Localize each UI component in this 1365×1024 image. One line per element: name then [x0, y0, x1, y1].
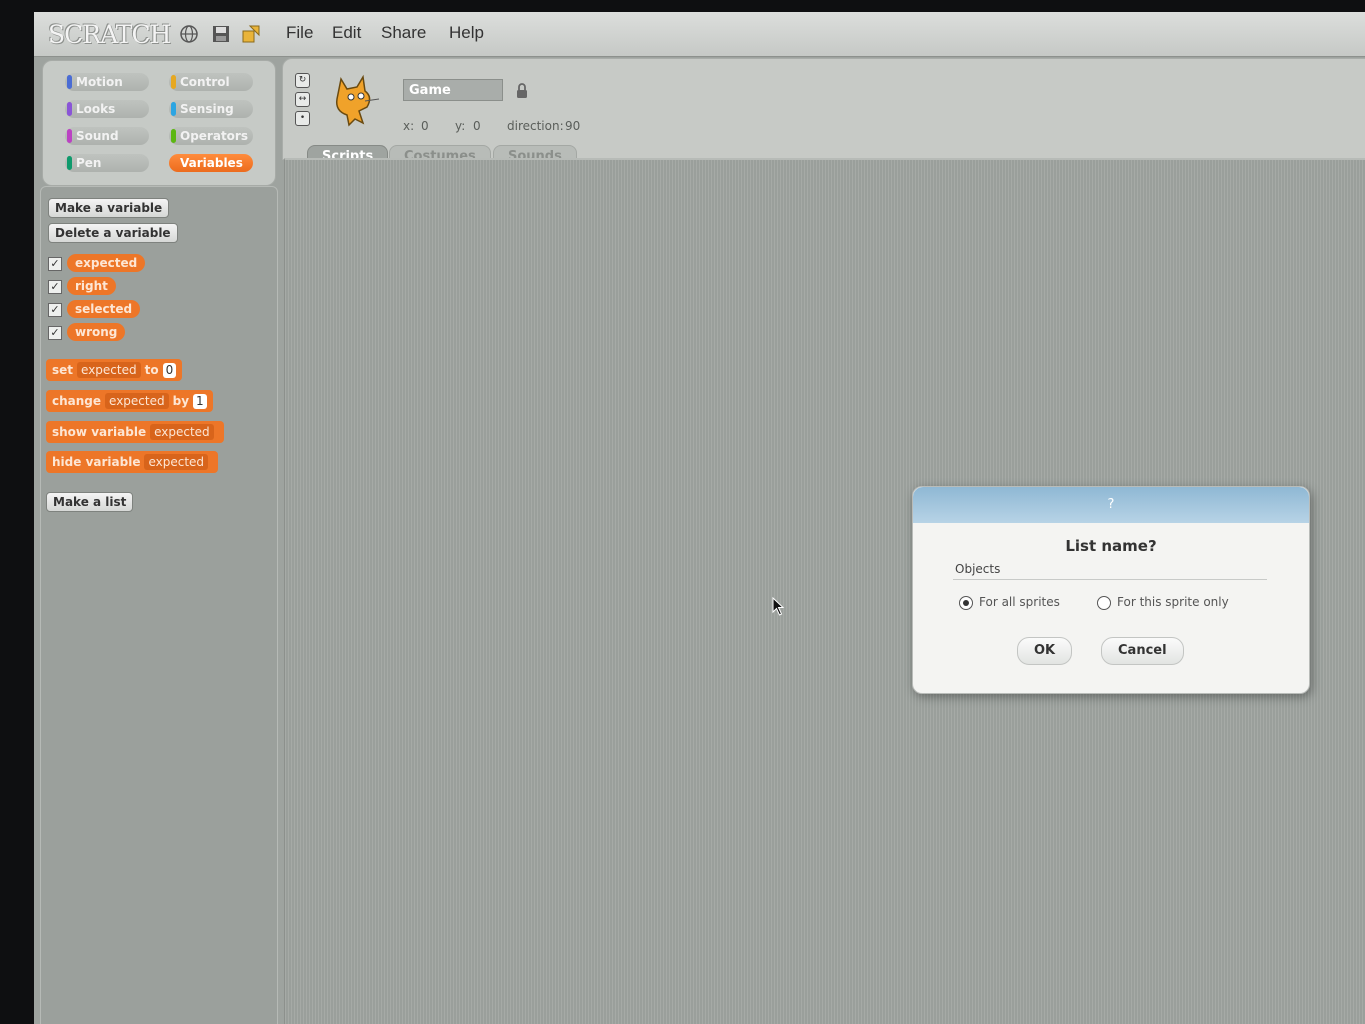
x-value: 0	[421, 119, 429, 133]
variable-reporter-right[interactable]: right	[67, 277, 116, 295]
category-label: Motion	[76, 75, 123, 89]
share-icon[interactable]	[241, 24, 261, 44]
menu-share[interactable]: Share	[381, 23, 426, 43]
category-label: Control	[180, 75, 230, 89]
variable-reporter-selected[interactable]: selected	[67, 300, 141, 318]
category-label: Operators	[180, 129, 248, 143]
category-operators[interactable]: Operators	[169, 127, 253, 145]
radio-button[interactable]	[1097, 595, 1111, 610]
cancel-button[interactable]: Cancel	[1101, 637, 1184, 665]
make-list-button[interactable]: Make a list	[46, 492, 134, 512]
radio-label: For this sprite only	[1117, 595, 1229, 609]
radio-for-this-sprite-only[interactable]: For this sprite only	[1097, 595, 1229, 610]
block-text: show variable	[52, 425, 147, 439]
category-label: Looks	[76, 102, 116, 116]
variable-dropdown[interactable]: expected	[77, 362, 141, 378]
y-value: 0	[473, 119, 481, 133]
category-looks[interactable]: Looks	[65, 100, 149, 118]
category-label: Sound	[76, 129, 119, 143]
radio-button-selected[interactable]	[959, 595, 973, 610]
globe-icon[interactable]	[179, 24, 199, 44]
variable-checkbox-selected[interactable]: ✓	[48, 303, 62, 317]
menu-edit[interactable]: Edit	[332, 23, 361, 43]
change-variable-block[interactable]: change expected by 1	[46, 390, 213, 412]
dialog-question: List name?	[1065, 537, 1157, 555]
block-text: set	[52, 363, 74, 377]
no-rotate-icon[interactable]: •	[295, 111, 310, 126]
category-control[interactable]: Control	[169, 73, 253, 91]
category-panel: Motion Control Looks Sensing Sound Opera…	[42, 60, 276, 186]
category-label: Variables	[180, 156, 243, 170]
rotate-icon[interactable]: ↻	[295, 73, 310, 88]
sprite-info-panel: ↻ ↔ • Game x: 0 y: 0 direction: 90 Scrip…	[282, 58, 1365, 169]
mouse-cursor-icon	[772, 597, 785, 616]
category-pen[interactable]: Pen	[65, 154, 149, 172]
sprite-name-field[interactable]: Game	[403, 79, 503, 101]
list-name-input[interactable]	[953, 559, 1267, 580]
save-icon[interactable]	[211, 24, 231, 44]
flip-icon[interactable]: ↔	[295, 92, 310, 107]
value-input[interactable]: 0	[162, 363, 177, 378]
block-text: change	[52, 394, 102, 408]
ok-button[interactable]: OK	[1017, 637, 1073, 665]
menu-file[interactable]: File	[286, 23, 313, 43]
list-name-dialog: ? List name? For all sprites For this sp…	[912, 486, 1310, 694]
set-variable-block[interactable]: set expected to 0	[46, 359, 183, 381]
lock-icon[interactable]	[516, 83, 528, 99]
variable-checkbox-expected[interactable]: ✓	[48, 257, 62, 271]
scratch-logo: SCRATCH	[48, 20, 171, 49]
cat-sprite-icon	[335, 74, 380, 127]
scratch-window: SCRATCH File Edit Share Help Motion Cont…	[34, 12, 1365, 1024]
block-text: to	[144, 363, 159, 377]
category-sound[interactable]: Sound	[65, 127, 149, 145]
block-text: by	[172, 394, 190, 408]
variable-dropdown[interactable]: expected	[144, 454, 209, 470]
variable-dropdown[interactable]: expected	[105, 393, 169, 409]
direction-value: 90	[565, 119, 581, 133]
dialog-title-bar[interactable]: ?	[913, 487, 1309, 523]
block-palette: Make a variable Delete a variable ✓ expe…	[40, 186, 278, 1024]
variable-checkbox-right[interactable]: ✓	[48, 280, 62, 294]
category-sensing[interactable]: Sensing	[169, 100, 253, 118]
variable-checkbox-wrong[interactable]: ✓	[48, 326, 62, 340]
menu-bar: SCRATCH File Edit Share Help	[34, 12, 1365, 57]
variable-dropdown[interactable]: expected	[150, 424, 214, 440]
category-label: Pen	[76, 156, 102, 170]
delete-variable-button[interactable]: Delete a variable	[48, 223, 178, 243]
menu-help[interactable]: Help	[449, 23, 484, 43]
value-input[interactable]: 1	[193, 394, 207, 409]
show-variable-block[interactable]: show variable expected	[46, 421, 224, 443]
block-text: hide variable	[52, 455, 141, 469]
category-motion[interactable]: Motion	[65, 73, 149, 91]
radio-for-all-sprites[interactable]: For all sprites	[959, 595, 1060, 610]
variable-reporter-wrong[interactable]: wrong	[67, 323, 126, 341]
category-label: Sensing	[180, 102, 234, 116]
category-variables[interactable]: Variables	[169, 154, 253, 172]
variable-reporter-expected[interactable]: expected	[67, 254, 146, 272]
direction-label: direction:	[507, 119, 564, 133]
radio-label: For all sprites	[979, 595, 1060, 609]
x-label: x:	[403, 119, 415, 133]
hide-variable-block[interactable]: hide variable expected	[46, 451, 219, 473]
y-label: y:	[455, 119, 466, 133]
make-variable-button[interactable]: Make a variable	[48, 198, 170, 218]
